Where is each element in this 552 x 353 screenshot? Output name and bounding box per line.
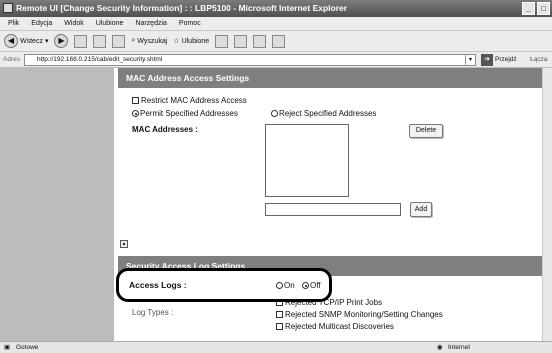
go-button[interactable]: ➔ Przejdź xyxy=(481,53,517,67)
refresh-button[interactable] xyxy=(93,34,107,48)
checkbox-box xyxy=(132,97,139,104)
address-label: Adres xyxy=(3,56,20,63)
menu-edit[interactable]: Edycja xyxy=(31,17,52,30)
add-button[interactable]: Add xyxy=(410,202,432,217)
links-button[interactable]: Łącza xyxy=(530,52,547,68)
home-button[interactable] xyxy=(112,34,126,48)
delete-button[interactable]: Delete xyxy=(409,124,443,138)
address-bar: Adres http://192.168.0.215/cab/edit_secu… xyxy=(0,52,552,68)
menu-favorites[interactable]: Ulubione xyxy=(96,17,124,30)
back-button[interactable]: ◀ Wstecz ▾ xyxy=(4,34,48,48)
mail-button[interactable] xyxy=(234,34,248,48)
chevron-down-icon: ▾ xyxy=(44,38,49,45)
left-navigation-panel xyxy=(0,68,114,341)
edit-button[interactable] xyxy=(272,34,286,48)
ie-icon xyxy=(3,3,13,13)
checkbox-box xyxy=(276,311,283,318)
mac-section-header: MAC Address Access Settings xyxy=(118,68,542,88)
snmp-label: Rejected SNMP Monitoring/Setting Changes xyxy=(285,310,443,319)
vertical-scrollbar[interactable] xyxy=(542,68,552,341)
star-icon: ☆ xyxy=(173,38,180,45)
stop-button[interactable] xyxy=(74,34,88,48)
history-button[interactable] xyxy=(215,34,229,48)
search-icon: ⌕ xyxy=(131,37,136,44)
favorites-button[interactable]: ☆ Ulubione xyxy=(173,37,210,46)
radio-unselected xyxy=(271,110,278,117)
forward-button[interactable]: ▶ xyxy=(54,34,69,48)
log-types-label: Log Types : xyxy=(132,308,174,317)
on-label: On xyxy=(284,281,295,290)
window-title: Remote UI [Change Security Information] … xyxy=(16,3,348,13)
back-label: Wstecz xyxy=(20,37,43,45)
restrict-mac-label: Restrict MAC Address Access xyxy=(141,96,247,105)
access-logs-on-radio[interactable]: On xyxy=(276,281,295,290)
chevron-down-icon[interactable]: ▾ xyxy=(465,55,475,65)
back-arrow-icon: ◀ xyxy=(4,34,18,48)
go-label: Przejdź xyxy=(495,56,517,63)
status-text: Gotowe xyxy=(16,344,39,351)
toolbar: ◀ Wstecz ▾ ▶ ⌕ Wyszukaj ☆ Ulubione xyxy=(0,31,552,52)
menu-bar: Plik Edycja Widok Ulubione Narzędzia Pom… xyxy=(0,17,552,31)
search-button[interactable]: ⌕ Wyszukaj xyxy=(131,37,167,45)
maximize-button[interactable]: □ xyxy=(537,2,550,15)
snmp-checkbox[interactable]: Rejected SNMP Monitoring/Setting Changes xyxy=(276,310,443,319)
menu-view[interactable]: Widok xyxy=(64,17,83,30)
radio-selected xyxy=(132,110,139,117)
access-logs-label: Access Logs : xyxy=(129,280,187,290)
globe-icon: ◉ xyxy=(437,344,443,351)
access-logs-off-radio[interactable]: Off xyxy=(302,281,321,290)
checkbox-box xyxy=(276,323,283,330)
page-top-icon[interactable]: ▲ xyxy=(120,240,128,248)
status-bar: ▣ Gotowe ◉ Internet xyxy=(0,341,552,353)
radio-selected xyxy=(302,282,309,289)
restrict-mac-checkbox[interactable]: Restrict MAC Address Access xyxy=(132,96,247,105)
page-done-icon: ▣ xyxy=(4,344,11,351)
reject-label: Reject Specified Addresses xyxy=(279,109,377,118)
mac-address-input[interactable] xyxy=(265,203,401,216)
menu-help[interactable]: Pomoc xyxy=(179,17,201,30)
address-url: http://192.168.0.215/cab/edit_security.s… xyxy=(37,56,163,63)
access-logs-highlight: Access Logs : On Off xyxy=(116,268,332,302)
print-button[interactable] xyxy=(253,34,267,48)
window-titlebar: Remote UI [Change Security Information] … xyxy=(0,0,552,17)
multicast-checkbox[interactable]: Rejected Multicast Discoveries xyxy=(276,322,394,331)
off-label: Off xyxy=(310,281,321,290)
permit-radio[interactable]: Permit Specified Addresses xyxy=(132,109,238,118)
multicast-label: Rejected Multicast Discoveries xyxy=(285,322,394,331)
permit-label: Permit Specified Addresses xyxy=(140,109,238,118)
reject-radio[interactable]: Reject Specified Addresses xyxy=(271,109,376,118)
menu-tools[interactable]: Narzędzia xyxy=(135,17,167,30)
window-controls: _ □ xyxy=(522,2,550,15)
go-arrow-icon: ➔ xyxy=(481,54,493,66)
minimize-button[interactable]: _ xyxy=(522,2,535,15)
radio-unselected xyxy=(276,282,283,289)
mac-addresses-label: MAC Addresses : xyxy=(132,125,198,134)
favorites-label: Ulubione xyxy=(181,37,210,45)
menu-file[interactable]: Plik xyxy=(8,17,19,30)
mac-address-list[interactable] xyxy=(265,124,349,197)
zone-text: Internet xyxy=(448,344,471,351)
search-label: Wyszukaj xyxy=(137,37,168,45)
address-input[interactable]: http://192.168.0.215/cab/edit_security.s… xyxy=(24,54,476,66)
